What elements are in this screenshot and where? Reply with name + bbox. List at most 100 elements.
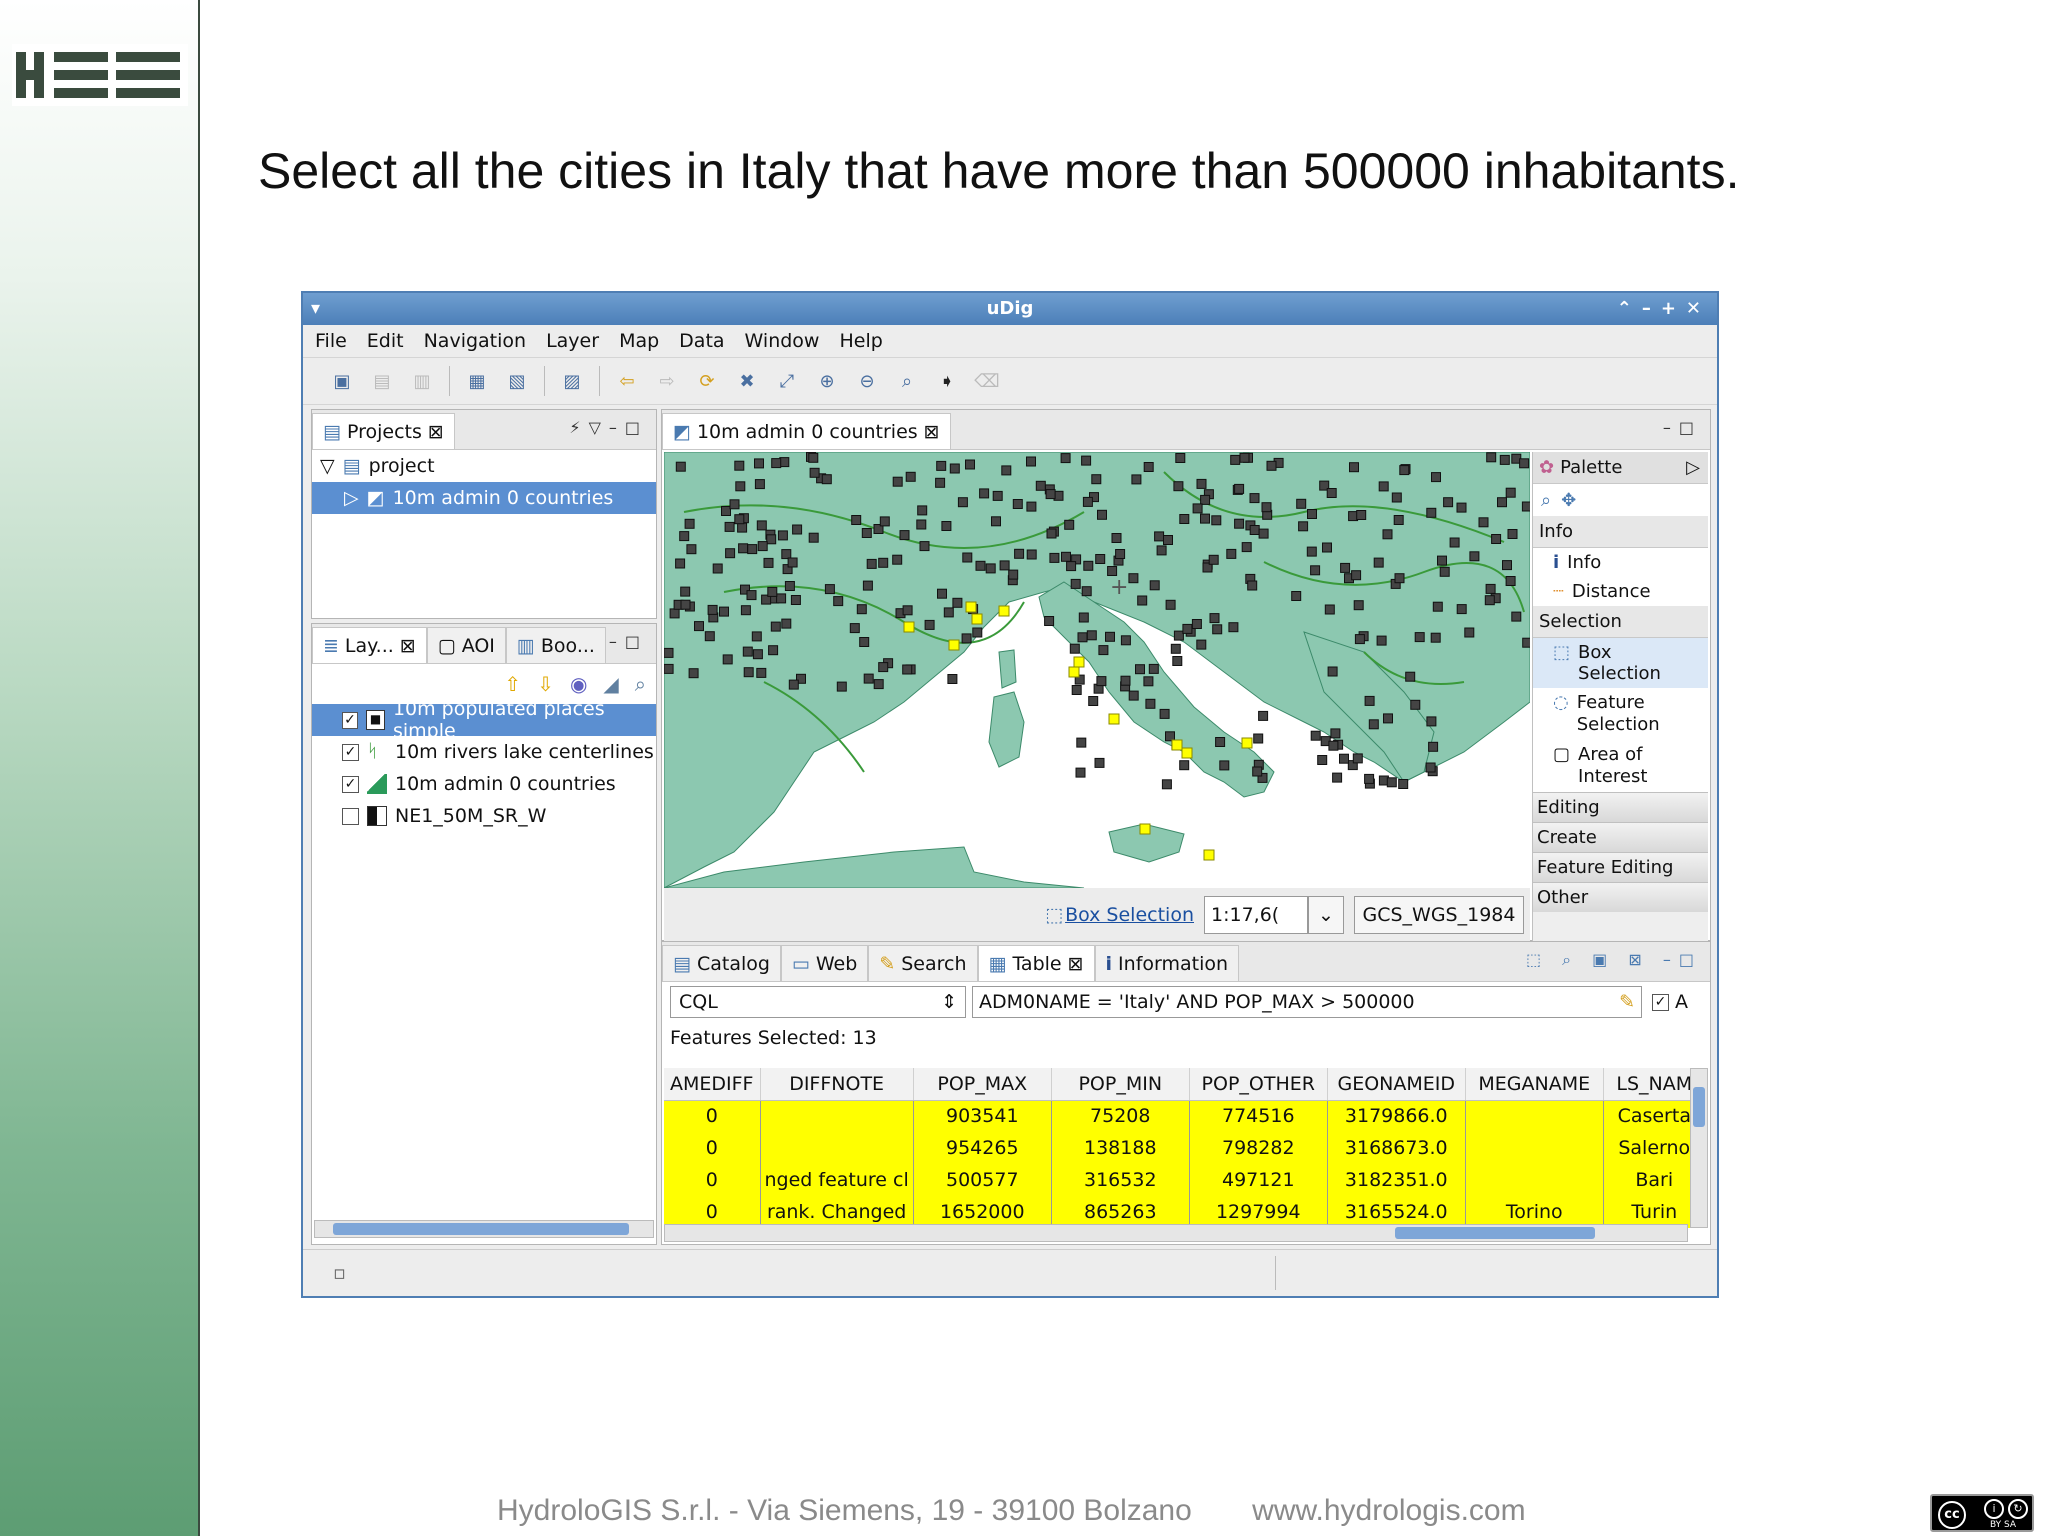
panel-controls[interactable]: ⚡▽–□	[569, 418, 648, 437]
column-header[interactable]: DIFFNOTE	[760, 1068, 914, 1101]
footer-website[interactable]: www.hydrologis.com	[1252, 1494, 1525, 1527]
tab-aoi[interactable]: ▢ AOI	[426, 627, 506, 663]
tab-search[interactable]: ✎ Search	[868, 945, 978, 981]
menu-window[interactable]: Window	[745, 330, 820, 352]
tab-web[interactable]: ▭ Web	[780, 945, 869, 981]
chevron-down-icon[interactable]: ⌄	[1308, 896, 1344, 934]
zoom-extent-icon[interactable]: ⤢	[772, 366, 802, 396]
close-icon[interactable]: ⊠	[400, 635, 416, 657]
properties-icon[interactable]: ⌕	[635, 672, 646, 696]
scale-field[interactable]: 1:17,6(	[1204, 896, 1308, 934]
column-header[interactable]: POP_MIN	[1051, 1068, 1190, 1101]
filter-checkbox[interactable]: ✓	[1652, 993, 1669, 1011]
filter-expression-input[interactable]: ADM0NAME = 'Italy' AND POP_MAX > 500000 …	[972, 986, 1642, 1018]
window-controls[interactable]: ⌃–+✕	[1617, 293, 1711, 325]
layer-checkbox[interactable]: ✓	[342, 743, 359, 761]
move-up-icon[interactable]: ⇧	[504, 672, 521, 696]
style-icon[interactable]: ◉	[570, 672, 587, 696]
zoom-in-icon[interactable]: ⊕	[812, 366, 842, 396]
layer-item[interactable]: NE1_50M_SR_W	[312, 800, 656, 832]
layer-item[interactable]: ✓ ■ 10m populated places simple	[312, 698, 656, 742]
window-menu-icon[interactable]: ▾	[311, 293, 320, 325]
palette-tool-box-selection[interactable]: ⬚ Box Selection	[1533, 638, 1708, 688]
palette-section-other[interactable]: Other	[1533, 882, 1708, 912]
zoom-tool-icon[interactable]: ⌕	[1541, 490, 1551, 511]
menu-edit[interactable]: Edit	[367, 330, 404, 352]
palette-header[interactable]: ✿ Palette ▷	[1533, 452, 1708, 484]
column-header[interactable]: GEONAMEID	[1327, 1068, 1466, 1101]
tab-layers[interactable]: ≣ Lay... ⊠	[312, 627, 427, 663]
zoom-selection-icon[interactable]: ⌕	[892, 366, 922, 396]
table-controls[interactable]: ⬚ ⌕ ▣ ⊠ –□	[1526, 950, 1702, 970]
edit-icon[interactable]: ◢	[603, 672, 618, 696]
tree-project[interactable]: ▽ ▤ project	[312, 450, 656, 482]
palette-section-info[interactable]: Info	[1533, 516, 1708, 548]
current-tool-link[interactable]: Box Selection	[1065, 904, 1194, 926]
column-header[interactable]: POP_OTHER	[1189, 1068, 1328, 1101]
palette-tool-distance[interactable]: ┈ Distance	[1533, 577, 1708, 606]
palette-tool-aoi[interactable]: ▢ Area of Interest	[1533, 740, 1708, 792]
save-icon[interactable]: ▤	[367, 366, 397, 396]
table-row[interactable]: 0 nged feature cl 500577 316532 497121 318235…	[664, 1164, 1706, 1196]
tab-projects[interactable]: ▤ Projects ⊠	[312, 413, 455, 449]
layers-scrollbar[interactable]	[314, 1220, 654, 1238]
layer-checkbox[interactable]: ✓	[342, 775, 359, 793]
menu-data[interactable]: Data	[679, 330, 724, 352]
layer-icon[interactable]: ▧	[502, 366, 532, 396]
table-vscrollbar[interactable]	[1690, 1068, 1708, 1228]
panel-controls[interactable]: –□	[1663, 418, 1702, 437]
menu-file[interactable]: File	[315, 330, 347, 352]
panel-controls[interactable]: –□	[609, 632, 648, 651]
tab-table[interactable]: ▦ Table ⊠	[977, 945, 1095, 981]
tab-catalog[interactable]: ▤ Catalog	[662, 945, 781, 981]
clear-icon[interactable]: ⌫	[972, 366, 1002, 396]
layer-item[interactable]: ✓ ᛋ 10m rivers lake centerlines	[312, 736, 656, 768]
column-header[interactable]: AMEDIFF	[664, 1068, 761, 1101]
menu-navigation[interactable]: Navigation	[424, 330, 526, 352]
move-down-icon[interactable]: ⇩	[537, 672, 554, 696]
map-canvas[interactable]: +	[664, 452, 1530, 888]
tree-map-item[interactable]: ▷ ◩ 10m admin 0 countries	[312, 482, 656, 514]
zoom-out-icon[interactable]: ⊖	[852, 366, 882, 396]
pan-tool-icon[interactable]: ✥	[1561, 490, 1576, 511]
forward-icon[interactable]: ⇨	[652, 366, 682, 396]
refresh-icon[interactable]: ⟳	[692, 366, 722, 396]
back-icon[interactable]: ⇦	[612, 366, 642, 396]
save-all-icon[interactable]: ▥	[407, 366, 437, 396]
clear-brush-icon[interactable]: ✎	[1619, 991, 1635, 1013]
next-icon[interactable]: ➧	[932, 366, 962, 396]
tab-bookmarks[interactable]: ▥ Boo...	[505, 627, 606, 663]
close-icon[interactable]: ⊠	[924, 421, 940, 443]
palette-tool-info[interactable]: i Info	[1533, 548, 1708, 577]
menu-help[interactable]: Help	[839, 330, 882, 352]
map-icon[interactable]: ▦	[462, 366, 492, 396]
stop-icon[interactable]: ✖	[732, 366, 762, 396]
layer-checkbox[interactable]	[342, 807, 359, 825]
column-header[interactable]: MEGANAME	[1465, 1068, 1604, 1101]
layer-checkbox[interactable]: ✓	[342, 711, 359, 729]
attribute-table[interactable]: AMEDIFF DIFFNOTE POP_MAX POP_MIN POP_OTH…	[664, 1068, 1706, 1228]
filter-type-select[interactable]: CQL ⇕	[670, 986, 966, 1018]
crs-button[interactable]: GCS_WGS_1984	[1354, 896, 1524, 934]
menu-map[interactable]: Map	[619, 330, 659, 352]
close-icon[interactable]: ⊠	[428, 421, 444, 443]
tab-map[interactable]: ◩ 10m admin 0 countries ⊠	[662, 413, 951, 449]
palette-tool-feature-selection[interactable]: ◌ Feature Selection	[1533, 688, 1708, 740]
table-row[interactable]: 0 903541 75208 774516 3179866.0 Caserta	[664, 1100, 1706, 1132]
chevron-right-icon[interactable]: ▷	[1686, 457, 1700, 478]
expand-right-icon[interactable]: ▷	[344, 487, 359, 509]
fast-view-icon[interactable]: ▫	[333, 1262, 346, 1284]
column-header[interactable]: POP_MAX	[913, 1068, 1052, 1101]
palette-section-feature-editing[interactable]: Feature Editing	[1533, 852, 1708, 882]
expand-down-icon[interactable]: ▽	[320, 455, 335, 477]
map-render[interactable]: +	[664, 452, 1530, 888]
palette-section-create[interactable]: Create	[1533, 822, 1708, 852]
layer-item[interactable]: ✓ 10m admin 0 countries	[312, 768, 656, 800]
new-icon[interactable]: ▣	[327, 366, 357, 396]
menu-layer[interactable]: Layer	[546, 330, 599, 352]
tab-information[interactable]: i Information	[1094, 945, 1240, 981]
table-row[interactable]: 0 954265 138188 798282 3168673.0 Salerno	[664, 1132, 1706, 1164]
commit-icon[interactable]: ▨	[557, 366, 587, 396]
palette-section-selection[interactable]: Selection	[1533, 606, 1708, 638]
table-hscrollbar[interactable]	[664, 1224, 1688, 1242]
